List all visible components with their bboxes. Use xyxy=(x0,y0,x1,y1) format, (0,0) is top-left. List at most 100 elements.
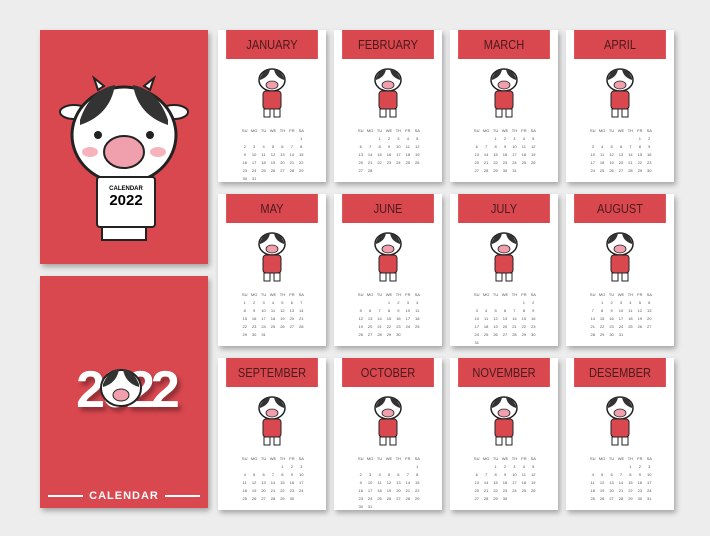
weekday-label: TU xyxy=(492,456,499,461)
day-cell: 13 xyxy=(280,152,285,157)
weekday-label: FR xyxy=(289,292,295,297)
weekday-label: WE xyxy=(501,128,509,133)
month-card-may: MAY SU MO TU WE TH FR SA 1 2 3 4 5 6 7 8 9 10 11 12 13 14 15 16… xyxy=(218,194,326,346)
weekday-label: SU xyxy=(357,456,364,461)
day-cell: 26 xyxy=(599,496,605,501)
day-cell: 7 xyxy=(300,300,303,305)
day-cell: 27 xyxy=(358,168,363,173)
empty-cell xyxy=(268,136,277,141)
empty-cell xyxy=(491,300,500,305)
day-cell: 24 xyxy=(512,488,517,493)
month-card-february: FEBRUARY SU MO TU WE TH FR SA 1 2 3 4 5 6 7 8 9 10 11 12 13 1… xyxy=(334,30,442,182)
cow-illustration-icon xyxy=(606,68,634,118)
day-cell: 31 xyxy=(367,504,373,509)
day-cell: 15 xyxy=(242,316,247,321)
day-cell: 30 xyxy=(242,176,247,181)
day-cell: 8 xyxy=(281,472,284,477)
day-cell: 6 xyxy=(281,144,284,149)
day-cell: 22 xyxy=(280,488,285,493)
weekday-label: FR xyxy=(521,292,527,297)
day-cell: 3 xyxy=(253,144,256,149)
day-cell: 8 xyxy=(378,144,381,149)
day-grid: SU MO TU WE TH FR SA 1 2 3 4 5 6 7 8 9 10 11 12 13 14 15 16 17 1… xyxy=(356,456,422,509)
day-cell: 29 xyxy=(599,332,605,337)
weekday-label: MO xyxy=(366,456,374,461)
weekday-label: TH xyxy=(627,456,634,461)
day-cell: 12 xyxy=(609,152,614,157)
month-title: FEBRUARY xyxy=(342,30,434,59)
day-cell: 7 xyxy=(378,308,381,313)
day-cell: 24 xyxy=(367,496,373,501)
day-cell: 7 xyxy=(406,472,409,477)
day-cell: 9 xyxy=(387,144,391,149)
day-cell: 13 xyxy=(502,316,508,321)
day-cell: 6 xyxy=(619,144,623,149)
day-cell: 15 xyxy=(386,316,392,321)
weekday-label: MO xyxy=(366,292,374,297)
day-cell: 25 xyxy=(628,324,633,329)
day-cell: 23 xyxy=(396,324,401,329)
cow-illustration-icon xyxy=(606,232,634,282)
day-cell: 14 xyxy=(405,480,411,485)
weekday-label: TH xyxy=(627,128,634,133)
day-grid: SU MO TU WE TH FR SA 1 2 3 4 5 6 7 8 9 10 11 12 13 14 15 16 17 1… xyxy=(588,128,654,173)
day-cell: 23 xyxy=(502,160,508,165)
empty-cell xyxy=(616,464,625,469)
empty-cell xyxy=(259,464,268,469)
day-cell: 12 xyxy=(493,316,498,321)
day-cell: 26 xyxy=(251,496,257,501)
day-cell: 9 xyxy=(648,144,651,149)
day-cell: 3 xyxy=(648,464,651,469)
weekday-label: SA xyxy=(530,292,536,297)
month-card-august: AUGUST SU MO TU WE TH FR SA 1 2 3 4 5 6 7 8 9 10 11 12 13 14 1… xyxy=(566,194,674,346)
day-cell: 29 xyxy=(242,332,247,337)
weekday-label: TH xyxy=(279,292,286,297)
day-cell: 15 xyxy=(493,152,498,157)
day-cell: 15 xyxy=(521,316,527,321)
weekday-label: TH xyxy=(279,456,286,461)
empty-cell xyxy=(481,464,490,469)
day-cell: 17 xyxy=(261,316,266,321)
weekday-label: WE xyxy=(269,456,277,461)
day-cell: 7 xyxy=(271,472,275,477)
day-cell: 9 xyxy=(243,152,246,157)
day-cell: 26 xyxy=(609,168,614,173)
day-cell: 2 xyxy=(290,464,293,469)
empty-cell xyxy=(365,464,374,469)
day-cell: 5 xyxy=(253,472,256,477)
weekday-label: FR xyxy=(289,128,295,133)
day-cell: 24 xyxy=(261,324,266,329)
day-cell: 28 xyxy=(270,496,276,501)
day-cell: 24 xyxy=(590,168,595,173)
day-grid: SU MO TU WE TH FR SA 1 2 3 4 5 6 7 8 9 10 11 12 13 14 15 16 17 1… xyxy=(472,292,538,345)
day-cell: 24 xyxy=(618,324,624,329)
day-cell: 27 xyxy=(609,496,614,501)
day-cell: 13 xyxy=(647,308,652,313)
empty-cell xyxy=(356,136,365,141)
day-cell: 9 xyxy=(253,308,256,313)
day-cell: 31 xyxy=(474,340,479,345)
day-cell: 7 xyxy=(591,308,594,313)
empty-cell xyxy=(510,300,519,305)
day-cell: 2 xyxy=(503,464,507,469)
day-cell: 27 xyxy=(474,496,479,501)
day-cell: 31 xyxy=(251,176,257,181)
weekday-label: MO xyxy=(482,128,490,133)
day-cell: 23 xyxy=(647,160,652,165)
day-cell: 5 xyxy=(359,308,362,313)
month-card-march: MARCH SU MO TU WE TH FR SA 1 2 3 4 5 6 7 8 9 10 11 12 13 14 15… xyxy=(450,30,558,182)
weekday-label: WE xyxy=(269,128,277,133)
day-cell: 5 xyxy=(271,144,275,149)
day-cell: 12 xyxy=(637,308,643,313)
day-cell: 25 xyxy=(261,168,266,173)
day-cell: 29 xyxy=(280,496,285,501)
empty-cell xyxy=(403,464,412,469)
day-cell: 26 xyxy=(531,160,536,165)
weekday-label: SU xyxy=(241,292,248,297)
weekday-label: FR xyxy=(521,456,527,461)
day-cell: 18 xyxy=(590,488,595,493)
day-cell: 28 xyxy=(618,496,624,501)
day-cell: 22 xyxy=(386,324,392,329)
day-cell: 23 xyxy=(502,488,508,493)
day-cell: 15 xyxy=(493,480,498,485)
